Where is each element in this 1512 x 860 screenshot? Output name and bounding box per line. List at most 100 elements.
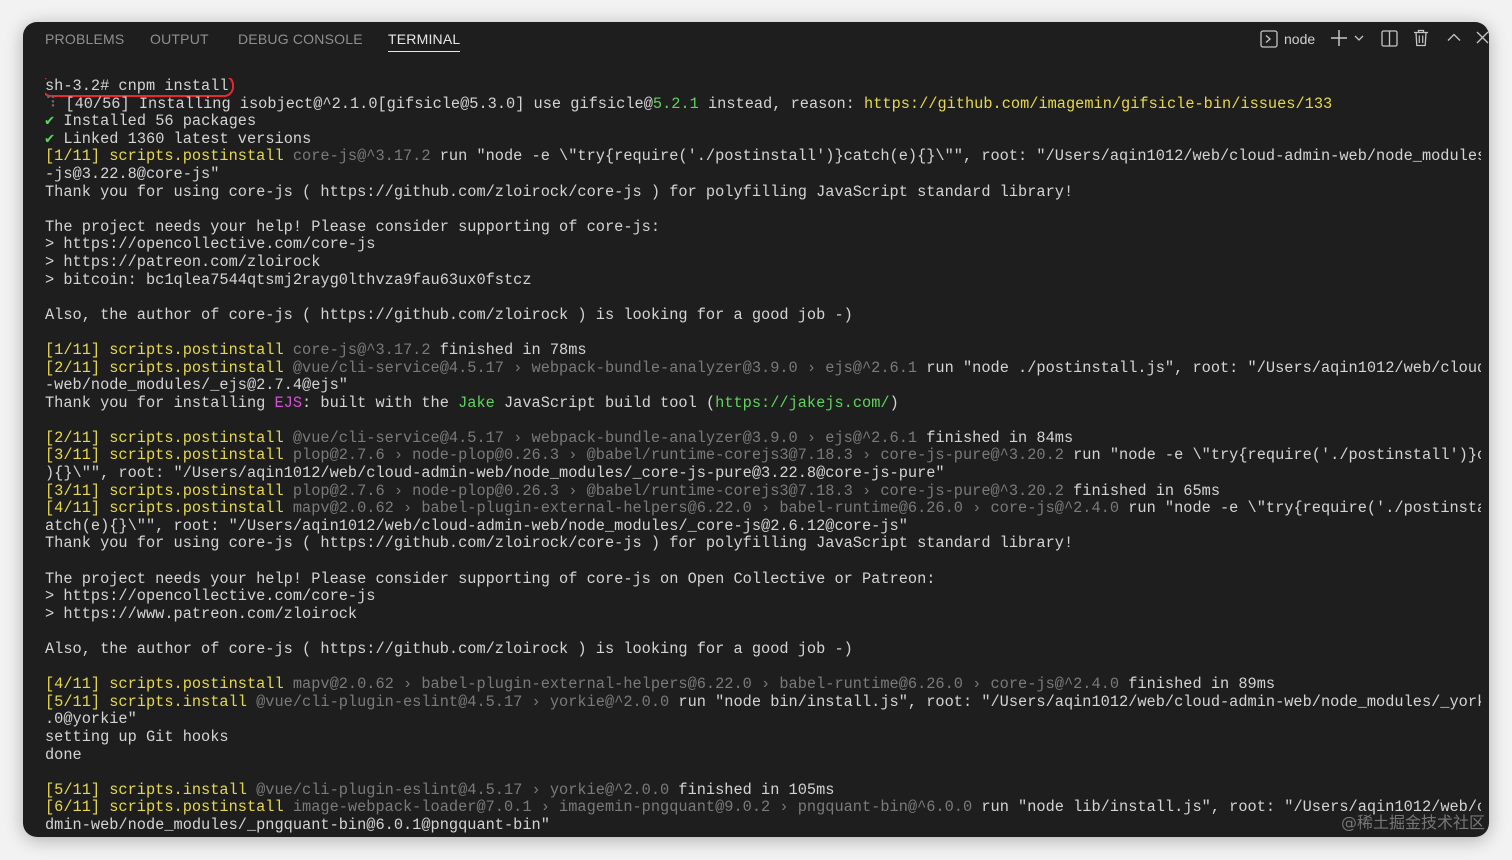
terminal-line: [2/11] scripts.postinstall @vue/cli-serv… <box>45 428 1481 448</box>
terminal-prompt-line: sh-3.2# cnpm install <box>45 78 1481 97</box>
terminal-text: run "node -e \"try{require('./postinstal… <box>1128 499 1481 518</box>
split-terminal-icon[interactable] <box>1381 30 1398 47</box>
close-icon[interactable] <box>1476 31 1489 44</box>
terminal-line: The project needs your help! Please cons… <box>45 569 1481 589</box>
terminal-line: ⠹ [40/56] Installing isobject@^2.1.0[gif… <box>45 94 1481 114</box>
terminal-line: [3/11] scripts.postinstall plop@2.7.6 › … <box>45 481 1481 501</box>
terminal-text: plop@2.7.6 › node-plop@0.26.3 › @babel/r… <box>283 481 1064 500</box>
terminal-text: Linked 1360 latest versions <box>54 129 312 148</box>
terminal-text: @vue/cli-plugin-eslint@4.5.17 › yorkie@^… <box>246 692 670 711</box>
terminal-text: [1/11] scripts.postinstall <box>45 340 284 359</box>
terminal-text: [40/56] Installing isobject@^2.1.0[gifsi… <box>65 94 653 113</box>
terminal-text: finished in 89ms <box>1119 675 1276 694</box>
terminal-text: [5/11] scripts.install <box>45 692 247 711</box>
terminal-line: [1/11] scripts.postinstall core-js@^3.17… <box>45 148 1481 166</box>
terminal-text: run "node -e \"try{require('./postinstal… <box>430 147 1481 166</box>
terminal-line: Thank you for installing EJS: built with… <box>45 393 1481 413</box>
terminal-text: -js@3.22.8@core-js" <box>45 164 220 183</box>
terminal-text: setting up Git hooks <box>45 727 229 746</box>
trash-icon[interactable] <box>1413 29 1429 47</box>
terminal-text: > https://opencollective.com/core-js <box>45 587 376 606</box>
panel-tab-bar: PROBLEMS OUTPUT DEBUG CONSOLE TERMINAL n… <box>23 22 1489 58</box>
terminal-line: [6/11] scripts.postinstall image-webpack… <box>45 799 1481 817</box>
terminal-text: JavaScript build tool ( <box>494 393 716 412</box>
terminal-text: [6/11] scripts.postinstall <box>45 798 284 817</box>
terminal-output[interactable]: sh-3.2# cnpm install ⠹ [40/56] Installing… <box>45 78 1481 835</box>
terminal-line: Thank you for using core-js ( https://gi… <box>45 182 1481 202</box>
terminal-text: [1/11] scripts.postinstall <box>45 147 284 166</box>
terminal-text: [3/11] scripts.postinstall <box>45 481 284 500</box>
terminal-text: Also, the author of core-js ( https://gi… <box>45 305 853 324</box>
terminal-text: finished in 65ms <box>1063 481 1221 500</box>
terminal-text: 5.2.1 <box>652 94 699 113</box>
terminal-line: ){}\"", root: "/Users/aqin1012/web/cloud… <box>45 464 1481 483</box>
terminal-line: [2/11] scripts.postinstall @vue/cli-serv… <box>45 358 1481 378</box>
tab-debug-console[interactable]: DEBUG CONSOLE <box>238 31 363 51</box>
terminal-text: > bitcoin: bc1qlea7544qtsmj2rayg0lthvza9… <box>45 270 532 289</box>
plus-icon[interactable] <box>1330 29 1348 47</box>
terminal-text: Thank you for using core-js ( https://gi… <box>45 182 1074 201</box>
terminal-line: done <box>45 745 1481 765</box>
terminal-text: image-webpack-loader@7.0.1 › imagemin-pn… <box>283 798 973 817</box>
terminal-text: finished in 105ms <box>669 780 835 799</box>
terminal-text: Also, the author of core-js ( https://gi… <box>45 640 853 658</box>
tab-terminal[interactable]: TERMINAL <box>388 31 461 52</box>
terminal-profile-label[interactable]: node <box>1284 31 1315 47</box>
terminal-line: -js@3.22.8@core-js" <box>45 164 1481 184</box>
terminal-line: -web/node_modules/_ejs@2.7.4@ejs" <box>45 376 1481 395</box>
terminal-line: The project needs your help! Please cons… <box>45 217 1481 237</box>
terminal-icon[interactable] <box>1260 30 1278 48</box>
terminal-text: ✔ <box>45 129 55 148</box>
terminal-text: .0@yorkie" <box>45 710 137 729</box>
terminal-line: Also, the author of core-js ( https://gi… <box>45 640 1481 659</box>
terminal-text: core-js@^3.17.2 <box>283 147 431 166</box>
terminal-line: > https://opencollective.com/core-js <box>45 587 1481 606</box>
terminal-text: mapv@2.0.62 › babel-plugin-external-help… <box>283 675 1120 694</box>
terminal-text: > https://opencollective.com/core-js <box>45 235 376 254</box>
terminal-text: > https://www.patreon.com/zloirock <box>45 604 358 623</box>
terminal-panel: PROBLEMS OUTPUT DEBUG CONSOLE TERMINAL n… <box>23 22 1489 837</box>
terminal-line: [1/11] scripts.postinstall core-js@^3.17… <box>45 340 1481 360</box>
terminal-text: [2/11] scripts.postinstall <box>45 428 284 447</box>
terminal-line: Also, the author of core-js ( https://gi… <box>45 305 1481 325</box>
terminal-line: dmin-web/node_modules/_pngquant-bin@6.0.… <box>45 816 1481 835</box>
tab-problems[interactable]: PROBLEMS <box>45 31 124 51</box>
terminal-text: https://github.com/imagemin/gifsicle-bin… <box>864 94 1333 113</box>
terminal-text: [3/11] scripts.postinstall <box>45 446 284 465</box>
terminal-text: ) <box>889 393 899 412</box>
terminal-text: @vue/cli-plugin-eslint@4.5.17 › yorkie@^… <box>246 780 670 799</box>
terminal-text: instead, reason: <box>698 94 865 113</box>
tab-output[interactable]: OUTPUT <box>150 31 209 51</box>
terminal-line: atch(e){}\"", root: "/Users/aqin1012/web… <box>45 517 1481 536</box>
chevron-up-icon[interactable] <box>1447 33 1461 42</box>
terminal-text: finished in 78ms <box>430 340 587 359</box>
terminal-line: [5/11] scripts.install @vue/cli-plugin-e… <box>45 692 1481 712</box>
terminal-line: .0@yorkie" <box>45 711 1481 729</box>
chevron-down-icon[interactable] <box>1354 34 1364 42</box>
terminal-line: ✔ Installed 56 packages <box>45 112 1481 131</box>
terminal-text: Thank you for installing <box>45 393 275 412</box>
terminal-text: ✔ <box>45 112 55 131</box>
terminal-text: done <box>45 745 82 764</box>
terminal-text: The project needs your help! Please cons… <box>45 569 936 588</box>
terminal-text: [4/11] scripts.postinstall <box>45 675 284 694</box>
terminal-text: [5/11] scripts.install <box>45 780 247 799</box>
terminal-text: Thank you for using core-js ( https://gi… <box>45 534 1074 553</box>
terminal-text: run "node bin/install.js", root: "/Users… <box>669 692 1481 711</box>
terminal-text: ⠹ <box>45 94 66 113</box>
terminal-text: @vue/cli-service@4.5.17 › webpack-bundle… <box>283 358 918 377</box>
terminal-line: Thank you for using core-js ( https://gi… <box>45 535 1481 553</box>
terminal-text: plop@2.7.6 › node-plop@0.26.3 › @babel/r… <box>283 446 1064 465</box>
terminal-text: run "node ./postinstall.js", root: "/Use… <box>917 358 1481 377</box>
terminal-line: > https://www.patreon.com/zloirock <box>45 604 1481 624</box>
terminal-text: The project needs your help! Please cons… <box>45 217 661 236</box>
terminal-text: https://jakejs.com/ <box>715 393 890 412</box>
terminal-line: [4/11] scripts.postinstall mapv@2.0.62 ›… <box>45 499 1481 518</box>
